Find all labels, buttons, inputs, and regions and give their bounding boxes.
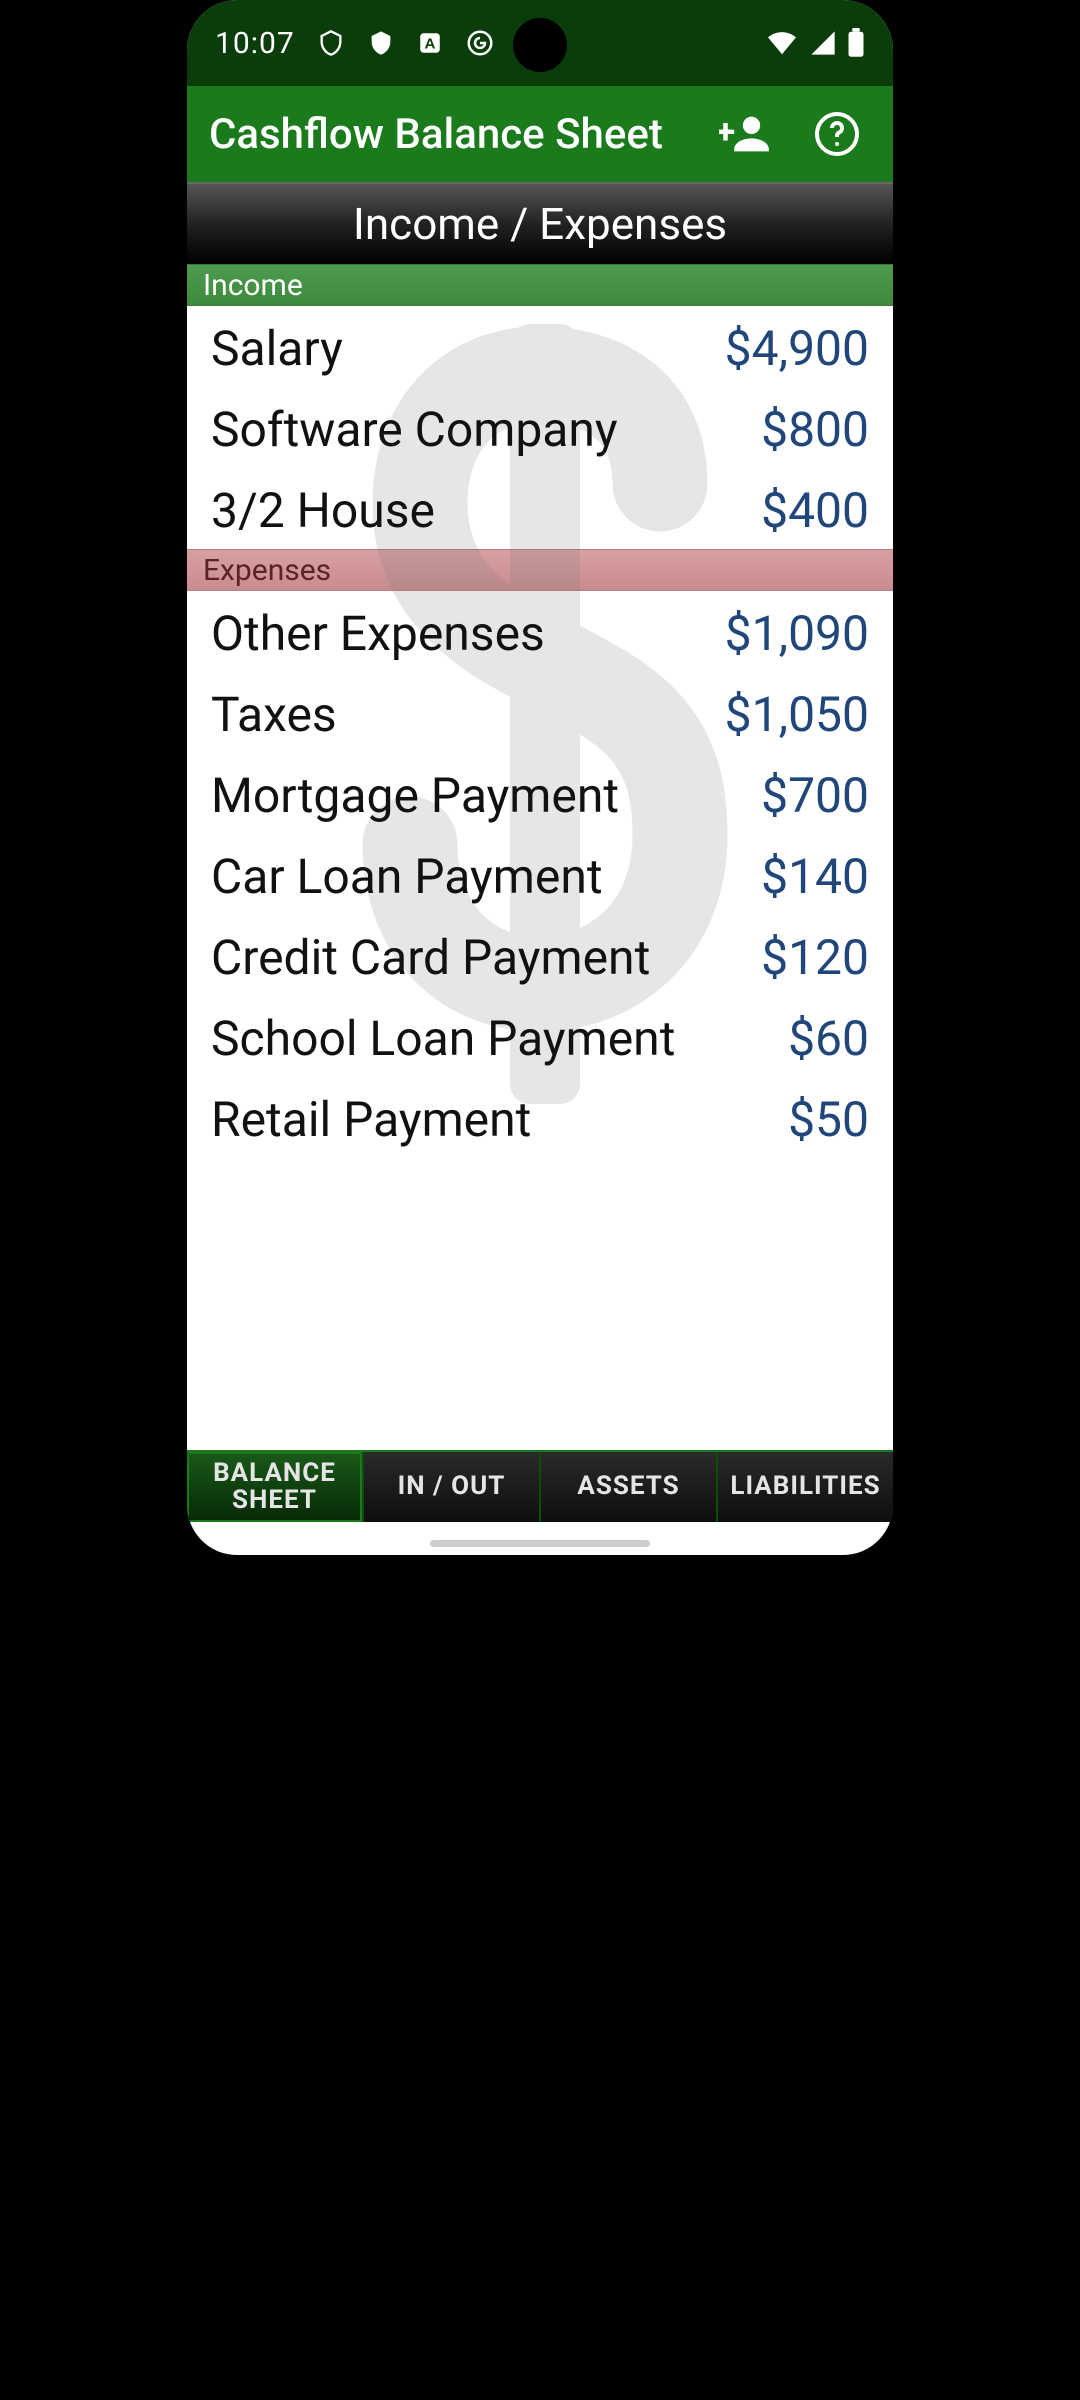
battery-icon bbox=[847, 28, 865, 58]
shield-outline-icon bbox=[317, 29, 345, 57]
help-circle-icon bbox=[813, 110, 861, 158]
page-heading: Income / Expenses bbox=[187, 182, 893, 264]
tab-balance-sheet[interactable]: BALANCE SHEET bbox=[187, 1452, 364, 1522]
cell-signal-icon bbox=[809, 29, 837, 57]
row-label: Mortgage Payment bbox=[211, 767, 619, 824]
row-value: $4,900 bbox=[725, 320, 869, 377]
row-value: $1,090 bbox=[725, 605, 869, 662]
row-label: Software Company bbox=[211, 401, 618, 458]
row-label: Retail Payment bbox=[211, 1091, 531, 1148]
tab-label: IN / OUT bbox=[398, 1473, 506, 1500]
app-actions bbox=[719, 108, 871, 160]
add-person-button[interactable] bbox=[719, 108, 771, 160]
list-item[interactable]: Software Company $800 bbox=[187, 387, 893, 468]
google-g-icon bbox=[465, 28, 495, 58]
help-button[interactable] bbox=[811, 108, 863, 160]
status-bar: 10:07 A bbox=[187, 0, 893, 86]
bottom-tabs: BALANCE SHEET IN / OUT ASSETS LIABILITIE… bbox=[187, 1450, 893, 1522]
row-value: $60 bbox=[788, 1010, 869, 1067]
status-left: 10:07 A bbox=[215, 26, 527, 61]
list-item[interactable]: Salary $4,900 bbox=[187, 306, 893, 387]
tab-in-out[interactable]: IN / OUT bbox=[364, 1452, 541, 1522]
group-label: Expenses bbox=[203, 553, 331, 588]
list-item[interactable]: Credit Card Payment $120 bbox=[187, 915, 893, 996]
row-value: $400 bbox=[761, 482, 869, 539]
tab-label: ASSETS bbox=[577, 1473, 679, 1500]
gesture-bar bbox=[430, 1540, 650, 1547]
list-item[interactable]: Retail Payment $50 bbox=[187, 1077, 893, 1158]
shield-filled-icon bbox=[367, 29, 395, 57]
row-value: $1,050 bbox=[725, 686, 869, 743]
svg-text:A: A bbox=[424, 35, 435, 52]
row-label: Taxes bbox=[211, 686, 337, 743]
group-header-expenses: Expenses bbox=[187, 549, 893, 591]
wifi-icon bbox=[765, 29, 799, 57]
group-header-income: Income bbox=[187, 264, 893, 306]
tab-label: BALANCE SHEET bbox=[213, 1460, 336, 1515]
row-value: $700 bbox=[761, 767, 869, 824]
app-title: Cashflow Balance Sheet bbox=[209, 110, 719, 159]
group-label: Income bbox=[203, 268, 303, 303]
app-badge-icon: A bbox=[417, 30, 443, 56]
row-value: $800 bbox=[761, 401, 869, 458]
row-label: 3/2 House bbox=[211, 482, 435, 539]
list-item[interactable]: Car Loan Payment $140 bbox=[187, 834, 893, 915]
list-item[interactable]: Other Expenses $1,090 bbox=[187, 591, 893, 672]
row-value: $140 bbox=[761, 848, 869, 905]
row-label: School Loan Payment bbox=[211, 1010, 675, 1067]
list-item[interactable]: Mortgage Payment $700 bbox=[187, 753, 893, 834]
row-label: Other Expenses bbox=[211, 605, 545, 662]
clock: 10:07 bbox=[215, 26, 295, 61]
camera-hole bbox=[513, 18, 567, 72]
device-frame: 10:07 A bbox=[187, 0, 893, 1555]
person-add-icon bbox=[719, 108, 771, 160]
row-label: Salary bbox=[211, 320, 343, 377]
row-value: $50 bbox=[788, 1091, 869, 1148]
list-item[interactable]: 3/2 House $400 bbox=[187, 468, 893, 549]
status-right bbox=[765, 28, 865, 58]
app-bar: Cashflow Balance Sheet bbox=[187, 86, 893, 182]
content-area: Income Salary $4,900 Software Company $8… bbox=[187, 264, 893, 1452]
list-item[interactable]: School Loan Payment $60 bbox=[187, 996, 893, 1077]
tab-assets[interactable]: ASSETS bbox=[541, 1452, 718, 1522]
tab-label: LIABILITIES bbox=[730, 1473, 880, 1500]
row-value: $120 bbox=[761, 929, 869, 986]
tab-liabilities[interactable]: LIABILITIES bbox=[718, 1452, 893, 1522]
row-label: Credit Card Payment bbox=[211, 929, 650, 986]
row-label: Car Loan Payment bbox=[211, 848, 603, 905]
list-item[interactable]: Taxes $1,050 bbox=[187, 672, 893, 753]
